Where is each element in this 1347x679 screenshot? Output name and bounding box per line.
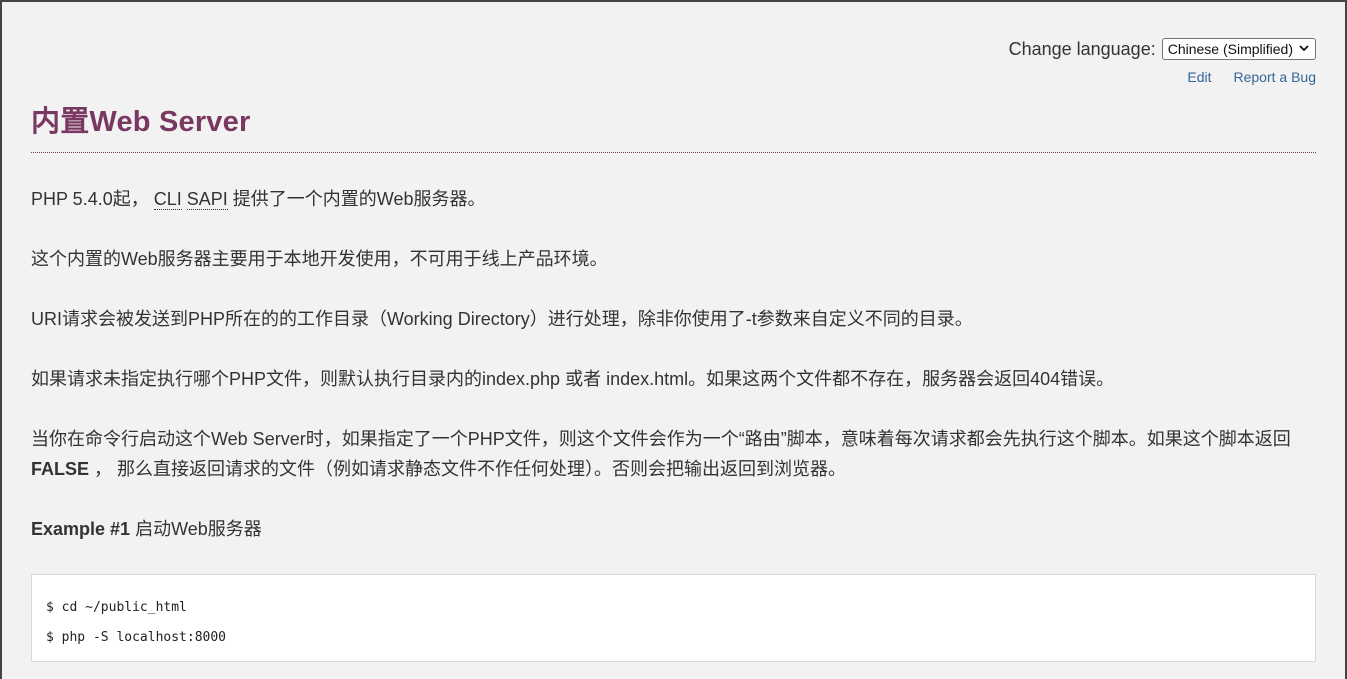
paragraph-router-script: 当你在命令行启动这个Web Server时，如果指定了一个PHP文件，则这个文件… [31,424,1316,484]
router-text-before: 当你在命令行启动这个Web Server时，如果指定了一个PHP文件，则这个文件… [31,429,1291,449]
abbr-cli: CLI [153,189,182,210]
paragraph-intro: PHP 5.4.0起， CLI SAPI 提供了一个内置的Web服务器。 [31,184,1316,214]
change-language-label: Change language: [1008,38,1156,59]
chevron-down-icon [1299,45,1309,52]
router-text-after: ， 那么直接返回请求的文件（例如请求静态文件不作任何处理）。否则会把输出返回到浏… [89,459,847,479]
code-line: $ php -S localhost:8000 [46,630,227,645]
code-line: $ cd ~/public_html [46,600,187,615]
language-select[interactable]: Chinese (Simplified) [1161,38,1316,60]
example-title: 启动Web服务器 [130,519,262,539]
edit-link[interactable]: Edit [1187,69,1211,85]
code-block: $ cd ~/public_html $ php -S localhost:80… [31,574,1316,662]
report-bug-link[interactable]: Report a Bug [1234,69,1317,85]
edit-links: Edit Report a Bug [1187,69,1316,85]
paragraph-default-index: 如果请求未指定执行哪个PHP文件，则默认执行目录内的index.php 或者 i… [31,369,1115,389]
language-bar: Change language: Chinese (Simplified) [1009,36,1316,62]
intro-text-after: 提供了一个内置的Web服务器。 [227,189,486,209]
language-select-value: Chinese (Simplified) [1167,41,1293,57]
paragraph-uri-handling: URI请求会被发送到PHP所在的的工作目录（Working Directory）… [31,309,973,329]
example-heading: Example #1 启动Web服务器 [31,514,262,544]
intro-text-before: PHP 5.4.0起， [31,189,154,209]
false-constant: FALSE [31,459,90,479]
manual-page: Change language: Chinese (Simplified) Ed… [31,2,1316,679]
paragraph-usage-note: 这个内置的Web服务器主要用于本地开发使用，不可用于线上产品环境。 [31,249,608,269]
example-number: Example #1 [31,519,131,539]
title-divider [31,152,1316,153]
abbr-sapi: SAPI [186,189,228,210]
page-title: 内置Web Server [31,106,251,138]
